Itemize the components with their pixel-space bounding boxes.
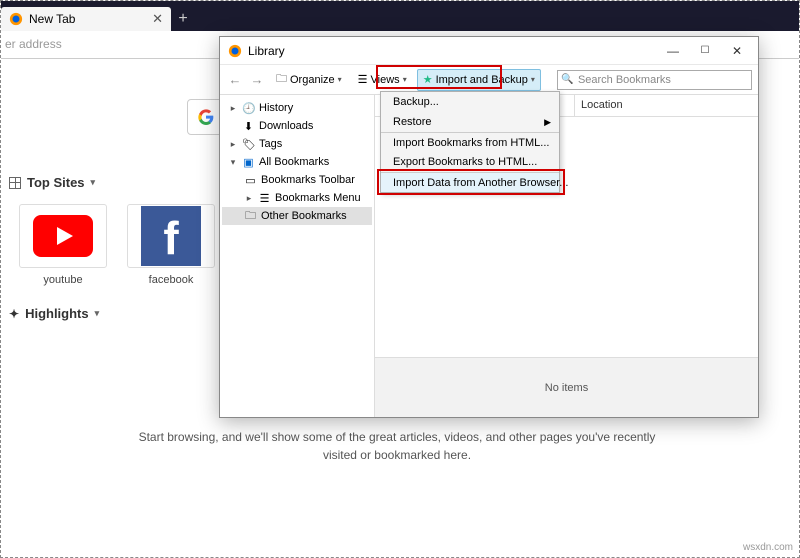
watermark: wsxdn.com <box>743 542 793 553</box>
youtube-icon <box>33 215 93 257</box>
chevron-down-icon: ▾ <box>91 177 96 188</box>
library-title: Library <box>248 44 285 58</box>
library-tree: ▸🕘History ⬇Downloads ▸🏷Tags ▾▣All Bookma… <box>220 95 375 417</box>
google-icon <box>198 109 214 125</box>
menu-backup[interactable]: Backup... <box>381 92 559 112</box>
library-toolbar: ← → 🗀 Organize ▾ ☰ Views ▾ ★ Import and … <box>220 65 758 95</box>
tile-youtube[interactable]: youtube <box>19 204 107 286</box>
close-tab-icon[interactable]: ✕ <box>152 11 163 27</box>
column-location[interactable]: Location <box>575 95 758 116</box>
forward-button[interactable]: → <box>248 72 266 87</box>
tree-tags[interactable]: ▸🏷Tags <box>222 135 372 153</box>
expand-icon[interactable]: ▸ <box>228 139 238 150</box>
bookmark-icon: ▣ <box>242 156 255 169</box>
import-backup-button[interactable]: ★ Import and Backup ▾ <box>417 69 541 91</box>
new-tab-button[interactable]: + <box>171 7 195 31</box>
menu-import-another-browser[interactable]: Import Data from Another Browser... <box>381 172 559 192</box>
folder-icon: 🗀 <box>244 207 257 226</box>
menu-restore[interactable]: Restore▶ <box>381 112 559 132</box>
import-backup-menu: Backup... Restore▶ Import Bookmarks from… <box>380 91 560 193</box>
library-window: Library — ☐ ✕ ← → 🗀 Organize ▾ ☰ Views ▾… <box>219 36 759 418</box>
tag-icon: 🏷 <box>242 138 255 151</box>
facebook-icon: f <box>141 206 201 266</box>
collapse-icon[interactable]: ▾ <box>228 157 238 168</box>
library-search-input[interactable]: Search Bookmarks <box>557 70 752 90</box>
organize-button[interactable]: 🗀 Organize ▾ <box>270 69 348 91</box>
tile-facebook[interactable]: f facebook <box>127 204 215 286</box>
tree-history[interactable]: ▸🕘History <box>222 99 372 117</box>
maximize-button[interactable]: ☐ <box>692 45 718 56</box>
tab-title: New Tab <box>29 12 75 26</box>
svg-text:f: f <box>163 212 179 264</box>
grid-icon <box>9 177 21 189</box>
caret-icon: ▾ <box>531 75 535 84</box>
submenu-arrow-icon: ▶ <box>544 117 551 128</box>
tree-bookmarks-menu[interactable]: ▸☰Bookmarks Menu <box>222 189 372 207</box>
views-button[interactable]: ☰ Views ▾ <box>352 69 413 91</box>
search-placeholder: Search Bookmarks <box>578 74 671 86</box>
menu-icon: ☰ <box>258 192 271 205</box>
back-button[interactable]: ← <box>226 72 244 87</box>
download-icon: ⬇ <box>242 120 255 133</box>
caret-icon: ▾ <box>338 75 342 84</box>
browser-tab[interactable]: New Tab ✕ <box>1 7 171 31</box>
menu-import-html[interactable]: Import Bookmarks from HTML... <box>381 132 559 152</box>
views-icon: ☰ <box>358 73 368 86</box>
tree-all-bookmarks[interactable]: ▾▣All Bookmarks <box>222 153 372 171</box>
firefox-icon <box>9 12 23 26</box>
tree-downloads[interactable]: ⬇Downloads <box>222 117 372 135</box>
minimize-button[interactable]: — <box>660 44 686 58</box>
expand-icon[interactable]: ▸ <box>228 103 238 114</box>
library-titlebar[interactable]: Library — ☐ ✕ <box>220 37 758 65</box>
tree-bookmarks-toolbar[interactable]: ▭Bookmarks Toolbar <box>222 171 372 189</box>
browser-tab-bar: New Tab ✕ + <box>1 1 799 31</box>
organize-icon: 🗀 <box>276 70 287 89</box>
toolbar-icon: ▭ <box>244 174 257 187</box>
library-empty-state: No items <box>375 357 758 417</box>
clock-icon: 🕘 <box>242 102 255 115</box>
chevron-down-icon: ▾ <box>95 308 100 319</box>
close-button[interactable]: ✕ <box>724 44 750 58</box>
tree-other-bookmarks[interactable]: 🗀Other Bookmarks <box>222 207 372 225</box>
expand-icon[interactable]: ▸ <box>244 193 254 204</box>
sparkle-icon: ✦ <box>9 307 19 321</box>
highlights-empty-text: Start browsing, and we'll show some of t… <box>129 428 665 464</box>
caret-icon: ▾ <box>403 75 407 84</box>
firefox-icon <box>228 44 242 58</box>
star-icon: ★ <box>423 73 433 86</box>
menu-export-html[interactable]: Export Bookmarks to HTML... <box>381 152 559 172</box>
